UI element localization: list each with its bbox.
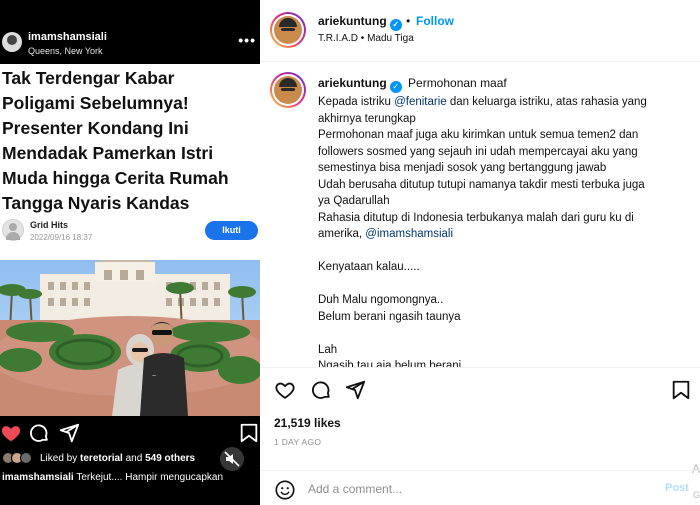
liked-by-others[interactable]: 549 others [145,453,195,464]
caption-title: Permohonan maaf [408,76,507,90]
post-actions-bar [260,367,700,413]
author-avatar[interactable] [270,12,306,48]
post-timestamp[interactable]: 1 DAY AGO [274,437,321,447]
caption-line: amerika, @imamshamsiali [318,226,698,243]
couple-selfie-photo: ~ [0,260,260,416]
svg-text:~: ~ [152,373,156,380]
caption-line: ya Qadarullah [318,193,698,210]
caption-line: Rahasia ditutup di Indonesia terbukanya … [318,210,698,227]
media-panel: imamshamsiali Queens, New York ••• Tak T… [0,0,260,505]
caption-line: Kenyataan kalau..... [318,259,698,276]
mute-button[interactable] [220,447,244,471]
heart-icon[interactable] [274,379,296,401]
caption-body: Kepada istriku @fenitarie dan keluarga i… [318,94,698,367]
post-header: ariekuntung ✓ • Follow T.R.I.A.D • Madu T… [260,0,700,62]
post-panel: ariekuntung ✓ • Follow T.R.I.A.D • Madu T… [260,0,700,505]
header-separator: • [406,14,411,28]
caption-line: Duh Malu ngomongnya.. [318,292,698,309]
caption-line: Belum berani ngasih taunya [318,309,698,326]
caption-text: followers sosmed yang sejauh ini udah me… [318,145,638,158]
caption-text: ya Qadarullah [318,195,390,207]
comment-input[interactable] [308,479,658,499]
headline-line: Mendadak Pamerkan Istri [2,143,214,163]
source-date: 2022/09/16 18:37 [30,233,93,242]
bookmark-icon[interactable] [670,379,692,401]
media-caption-user[interactable]: imamshamsiali [2,472,74,483]
verified-badge-icon: ✓ [389,19,402,31]
liker-avatar [20,452,32,464]
caption-header: ariekuntung ✓ Permohonan maaf [318,76,507,93]
caption-text: Udah berusaha ditutup tutupi namanya tak… [318,178,645,191]
caption-line: akhirnya terungkap [318,111,698,128]
mention-link[interactable]: @imamshamsiali [365,228,453,240]
author-username-text[interactable]: ariekuntung [318,14,387,28]
post-comment-button[interactable]: Post [665,482,689,494]
media-caption: imamshamsiali Terkejut.... Hampir menguc… [2,472,258,483]
caption-text: Lah [318,343,338,356]
more-options-icon[interactable]: ••• [238,32,256,48]
media-header: imamshamsiali Queens, New York ••• [0,24,260,64]
caption-author-avatar[interactable] [270,72,306,108]
news-screenshot-card: Tak Terdengar Kabar Poligami Sebelumnya!… [0,64,260,416]
bookmark-icon[interactable] [238,422,260,444]
caption-line: Udah berusaha ditutup tutupi namanya tak… [318,177,698,194]
source-follow-button: Ikuti [205,221,258,240]
caption-text: Kenyataan kalau..... [318,261,420,273]
speaker-muted-icon [224,451,240,467]
liked-by-text[interactable]: Liked by teretorial and 549 others [40,453,195,464]
comment-icon[interactable] [28,422,50,444]
caption-text: Kepada istriku [318,96,395,108]
news-headline: Tak Terdengar Kabar Poligami Sebelumnya!… [2,66,258,216]
media-caption-text: Terkejut.... Hampir mengucapkan [73,472,224,483]
caption-username[interactable]: ariekuntung [318,76,387,90]
instagram-post-modal: imamshamsiali Queens, New York ••• Tak T… [0,0,700,505]
share-icon[interactable] [58,422,80,444]
caption-text: Ngasih tau aja belum berani [318,360,462,367]
smiley-icon[interactable] [274,479,296,501]
liked-by-and: and [122,453,146,464]
follow-button[interactable]: Follow [416,14,454,28]
verified-badge-icon: ✓ [389,81,402,93]
caption-text: Duh Malu ngomongnya.. [318,294,444,306]
headline-line: Presenter Kondang Ini [2,118,189,138]
comment-icon[interactable] [310,379,332,401]
caption-line: followers sosmed yang sejauh ini udah me… [318,144,698,161]
headline-line: Muda hingga Cerita Rumah [2,168,229,188]
caption-text: semestinya bisa menjadi sosok yang berta… [318,162,607,174]
headline-line: Poligami Sebelumnya! [2,93,189,113]
liked-by-user[interactable]: teretorial [80,453,123,464]
media-location[interactable]: Queens, New York [28,46,103,56]
audio-subtitle[interactable]: T.R.I.A.D • Madu Tiga [318,33,414,44]
caption-text: Rahasia ditutup di Indonesia terbukanya … [318,211,634,224]
share-icon[interactable] [344,379,366,401]
mention-link[interactable]: @fenitarie [394,96,447,108]
caption-line: Lah [318,342,698,359]
caption-text: Permohonan maaf juga aku kirimkan untuk … [318,129,639,141]
caption-text: amerika, [318,228,366,240]
media-author-avatar[interactable] [2,32,22,52]
caption-line: semestinya bisa menjadi sosok yang berta… [318,160,698,177]
headline-line: Tak Terdengar Kabar [2,68,175,88]
caption-line: Kepada istriku @fenitarie dan keluarga i… [318,94,698,111]
caption-text: Belum berani ngasih taunya [318,310,461,323]
caption-text: akhirnya terungkap [318,112,416,125]
media-author-username[interactable]: imamshamsiali [28,31,107,43]
caption-line [318,276,698,293]
source-avatar-icon [2,219,24,241]
comment-bar: Post [260,470,700,505]
caption-line: Permohonan maaf juga aku kirimkan untuk … [318,127,698,144]
liked-by-prefix: Liked by [40,453,81,464]
media-actions-bar [0,420,260,446]
source-name: Grid Hits [30,220,69,230]
caption-line: Ngasih tau aja belum berani [318,358,698,367]
caption-text: dan keluarga istriku, atas rahasia yang [446,96,647,108]
likes-count[interactable]: 21,519 likes [274,416,341,430]
caption-line [318,243,698,260]
headline-line: Tangga Nyaris Kandas [2,193,190,213]
author-username[interactable]: ariekuntung ✓ [318,14,402,31]
caption-area: ariekuntung ✓ Permohonan maaf Kepada istr… [260,62,700,367]
caption-line [318,325,698,342]
heart-filled-icon[interactable] [0,422,22,444]
